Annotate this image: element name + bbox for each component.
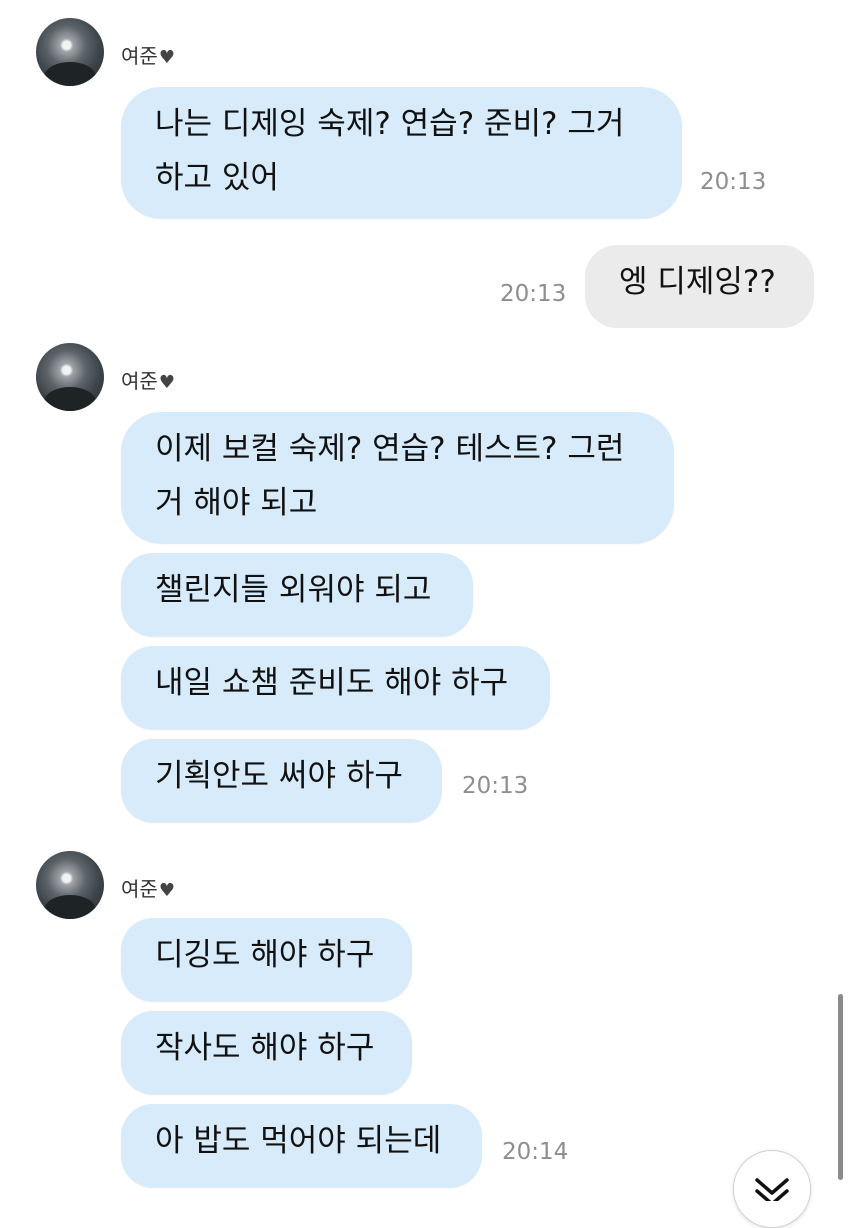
message-text: 나는 디제잉 숙제? 연습? 준비? 그거 하고 있어 [155, 106, 625, 196]
heart-icon: ♥ [158, 47, 175, 68]
message-bubble[interactable]: 기획안도 써야 하구 [121, 739, 442, 822]
message-text: 기획안도 써야 하구 [155, 758, 403, 794]
my-message-bubble[interactable]: 엥 디제잉?? [585, 245, 814, 328]
avatar[interactable] [36, 18, 104, 86]
message-time: 20:13 [500, 281, 567, 307]
heart-icon: ♥ [158, 880, 175, 901]
message-bubble[interactable]: 나는 디제잉 숙제? 연습? 준비? 그거 하고 있어 [121, 87, 682, 218]
message-bubble[interactable]: 내일 쇼챔 준비도 해야 하구 [121, 646, 550, 729]
avatar[interactable] [36, 851, 104, 919]
message-bubble[interactable]: 챌린지들 외워야 되고 [121, 553, 473, 636]
message-text: 작사도 해야 하구 [155, 1030, 375, 1066]
scroll-to-bottom-button[interactable] [733, 1150, 811, 1228]
message-bubble[interactable]: 디깅도 해야 하구 [121, 918, 412, 1001]
message-text: 내일 쇼챔 준비도 해야 하구 [155, 665, 509, 701]
message-bubble[interactable]: 이제 보컬 숙제? 연습? 테스트? 그런 거 해야 되고 [121, 412, 674, 543]
message-time: 20:14 [502, 1139, 569, 1165]
avatar[interactable] [36, 343, 104, 411]
sender-name: 여준♥ [121, 877, 175, 901]
message-text: 아 밥도 먹어야 되는데 [155, 1123, 442, 1159]
message-text: 챌린지들 외워야 되고 [155, 572, 432, 608]
scrollbar[interactable] [838, 994, 843, 1180]
message-text: 이제 보컬 숙제? 연습? 테스트? 그런 거 해야 되고 [155, 431, 625, 521]
message-text: 디깅도 해야 하구 [155, 937, 375, 973]
message-text: 엥 디제잉?? [619, 264, 776, 300]
message-time: 20:13 [462, 773, 529, 799]
message-bubble[interactable]: 작사도 해야 하구 [121, 1011, 412, 1094]
message-time: 20:13 [700, 169, 767, 195]
chevron-down-icon [755, 1178, 789, 1201]
sender-name: 여준♥ [121, 44, 175, 68]
heart-icon: ♥ [158, 372, 175, 393]
message-bubble[interactable]: 아 밥도 먹어야 되는데 [121, 1104, 482, 1187]
sender-name: 여준♥ [121, 369, 175, 393]
